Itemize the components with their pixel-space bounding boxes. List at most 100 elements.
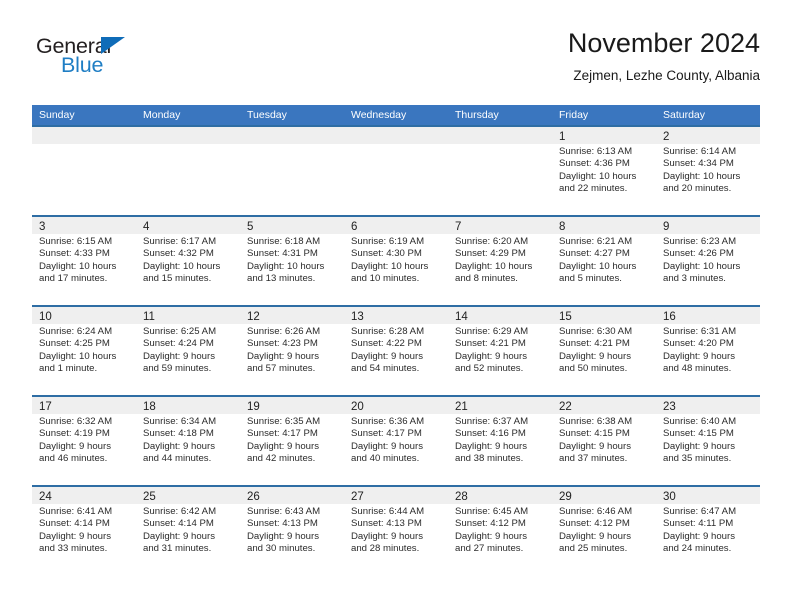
sunset-text: Sunset: 4:29 PM (455, 248, 526, 260)
daylight-line-1: Daylight: 10 hours (247, 260, 325, 272)
day-cell[interactable]: 27 Sunrise: 6:44 AM Sunset: 4:13 PM Dayl… (344, 487, 448, 575)
day-number: 24 (39, 491, 52, 503)
day-cell[interactable]: 24 Sunrise: 6:41 AM Sunset: 4:14 PM Dayl… (32, 487, 136, 575)
day-cell[interactable]: 16 Sunrise: 6:31 AM Sunset: 4:20 PM Dayl… (656, 307, 760, 395)
daylight-line-2: and 38 minutes. (455, 453, 524, 465)
day-details: Sunrise: 6:44 AM Sunset: 4:13 PM Dayligh… (344, 504, 448, 556)
daylight-line-2: and 57 minutes. (247, 363, 316, 375)
day-cell[interactable] (448, 127, 552, 215)
day-details: Sunrise: 6:31 AM Sunset: 4:20 PM Dayligh… (656, 324, 760, 376)
day-details: Sunrise: 6:32 AM Sunset: 4:19 PM Dayligh… (32, 414, 136, 466)
day-cell[interactable]: 12 Sunrise: 6:26 AM Sunset: 4:23 PM Dayl… (240, 307, 344, 395)
day-details: Sunrise: 6:35 AM Sunset: 4:17 PM Dayligh… (240, 414, 344, 466)
day-cell[interactable]: 29 Sunrise: 6:46 AM Sunset: 4:12 PM Dayl… (552, 487, 656, 575)
day-cell[interactable]: 20 Sunrise: 6:36 AM Sunset: 4:17 PM Dayl… (344, 397, 448, 485)
day-cell[interactable]: 26 Sunrise: 6:43 AM Sunset: 4:13 PM Dayl… (240, 487, 344, 575)
day-cell[interactable] (240, 127, 344, 215)
daylight-line-2: and 15 minutes. (143, 273, 212, 285)
sunrise-text: Sunrise: 6:31 AM (663, 326, 737, 337)
day-cell[interactable]: 23 Sunrise: 6:40 AM Sunset: 4:15 PM Dayl… (656, 397, 760, 485)
day-cell[interactable] (344, 127, 448, 215)
day-cell[interactable]: 5 Sunrise: 6:18 AM Sunset: 4:31 PM Dayli… (240, 217, 344, 305)
sunset-text: Sunset: 4:19 PM (39, 428, 110, 440)
day-cell[interactable]: 2 Sunrise: 6:14 AM Sunset: 4:34 PM Dayli… (656, 127, 760, 215)
sunrise-text: Sunrise: 6:18 AM (247, 236, 321, 247)
day-number: 14 (455, 311, 468, 323)
week-row: 24 Sunrise: 6:41 AM Sunset: 4:14 PM Dayl… (32, 485, 760, 575)
day-details: Sunrise: 6:23 AM Sunset: 4:26 PM Dayligh… (656, 234, 760, 286)
day-number: 29 (559, 491, 572, 503)
sunset-text: Sunset: 4:15 PM (559, 428, 630, 440)
day-details: Sunrise: 6:17 AM Sunset: 4:32 PM Dayligh… (136, 234, 240, 286)
day-number-band: 11 (136, 307, 240, 324)
day-number: 13 (351, 311, 364, 323)
day-details: Sunrise: 6:37 AM Sunset: 4:16 PM Dayligh… (448, 414, 552, 466)
day-cell[interactable]: 17 Sunrise: 6:32 AM Sunset: 4:19 PM Dayl… (32, 397, 136, 485)
sunset-text: Sunset: 4:20 PM (663, 338, 734, 350)
daylight-line-2: and 54 minutes. (351, 363, 420, 375)
daylight-line-2: and 10 minutes. (351, 273, 420, 285)
day-cell[interactable]: 7 Sunrise: 6:20 AM Sunset: 4:29 PM Dayli… (448, 217, 552, 305)
week-row: 3 Sunrise: 6:15 AM Sunset: 4:33 PM Dayli… (32, 215, 760, 305)
day-cell[interactable] (136, 127, 240, 215)
page-subtitle: Zejmen, Lezhe County, Albania (573, 68, 760, 83)
day-number (136, 131, 143, 143)
day-cell[interactable]: 21 Sunrise: 6:37 AM Sunset: 4:16 PM Dayl… (448, 397, 552, 485)
sunrise-text: Sunrise: 6:30 AM (559, 326, 633, 337)
daylight-line-1: Daylight: 9 hours (39, 530, 111, 542)
day-cell[interactable]: 9 Sunrise: 6:23 AM Sunset: 4:26 PM Dayli… (656, 217, 760, 305)
day-number-band: 1 (552, 127, 656, 144)
day-number: 7 (455, 221, 462, 233)
day-number-band: 24 (32, 487, 136, 504)
sunset-text: Sunset: 4:14 PM (39, 518, 110, 530)
daylight-line-2: and 42 minutes. (247, 453, 316, 465)
day-details: Sunrise: 6:47 AM Sunset: 4:11 PM Dayligh… (656, 504, 760, 556)
day-details: Sunrise: 6:14 AM Sunset: 4:34 PM Dayligh… (656, 144, 760, 196)
daylight-line-1: Daylight: 9 hours (559, 350, 631, 362)
day-cell[interactable]: 28 Sunrise: 6:45 AM Sunset: 4:12 PM Dayl… (448, 487, 552, 575)
daylight-line-2: and 1 minute. (39, 363, 98, 375)
daylight-line-2: and 44 minutes. (143, 453, 212, 465)
daylight-line-1: Daylight: 10 hours (559, 260, 637, 272)
day-cell[interactable]: 4 Sunrise: 6:17 AM Sunset: 4:32 PM Dayli… (136, 217, 240, 305)
sunrise-text: Sunrise: 6:29 AM (455, 326, 529, 337)
day-cell[interactable]: 3 Sunrise: 6:15 AM Sunset: 4:33 PM Dayli… (32, 217, 136, 305)
day-cell[interactable]: 14 Sunrise: 6:29 AM Sunset: 4:21 PM Dayl… (448, 307, 552, 395)
sunrise-text: Sunrise: 6:38 AM (559, 416, 633, 427)
day-number: 23 (663, 401, 676, 413)
daylight-line-2: and 48 minutes. (663, 363, 732, 375)
day-cell[interactable]: 19 Sunrise: 6:35 AM Sunset: 4:17 PM Dayl… (240, 397, 344, 485)
day-cell[interactable]: 22 Sunrise: 6:38 AM Sunset: 4:15 PM Dayl… (552, 397, 656, 485)
daylight-line-1: Daylight: 9 hours (663, 530, 735, 542)
daylight-line-1: Daylight: 9 hours (39, 440, 111, 452)
day-details: Sunrise: 6:29 AM Sunset: 4:21 PM Dayligh… (448, 324, 552, 376)
sunset-text: Sunset: 4:11 PM (663, 518, 734, 530)
sunset-text: Sunset: 4:36 PM (559, 158, 630, 170)
day-cell[interactable]: 15 Sunrise: 6:30 AM Sunset: 4:21 PM Dayl… (552, 307, 656, 395)
calendar-grid: Sunday Monday Tuesday Wednesday Thursday… (32, 105, 760, 575)
sunset-text: Sunset: 4:31 PM (247, 248, 318, 260)
daylight-line-1: Daylight: 10 hours (39, 260, 117, 272)
day-cell[interactable]: 1 Sunrise: 6:13 AM Sunset: 4:36 PM Dayli… (552, 127, 656, 215)
daylight-line-1: Daylight: 9 hours (247, 350, 319, 362)
day-cell[interactable] (32, 127, 136, 215)
sunset-text: Sunset: 4:21 PM (455, 338, 526, 350)
day-cell[interactable]: 18 Sunrise: 6:34 AM Sunset: 4:18 PM Dayl… (136, 397, 240, 485)
day-cell[interactable]: 30 Sunrise: 6:47 AM Sunset: 4:11 PM Dayl… (656, 487, 760, 575)
sunrise-text: Sunrise: 6:47 AM (663, 506, 737, 517)
day-number-band (240, 127, 344, 144)
day-details: Sunrise: 6:26 AM Sunset: 4:23 PM Dayligh… (240, 324, 344, 376)
daylight-line-2: and 27 minutes. (455, 543, 524, 555)
daylight-line-2: and 46 minutes. (39, 453, 108, 465)
daylight-line-2: and 22 minutes. (559, 183, 628, 195)
day-cell[interactable]: 13 Sunrise: 6:28 AM Sunset: 4:22 PM Dayl… (344, 307, 448, 395)
day-cell[interactable]: 8 Sunrise: 6:21 AM Sunset: 4:27 PM Dayli… (552, 217, 656, 305)
day-cell[interactable]: 11 Sunrise: 6:25 AM Sunset: 4:24 PM Dayl… (136, 307, 240, 395)
day-cell[interactable]: 25 Sunrise: 6:42 AM Sunset: 4:14 PM Dayl… (136, 487, 240, 575)
daylight-line-1: Daylight: 10 hours (351, 260, 429, 272)
day-cell[interactable]: 6 Sunrise: 6:19 AM Sunset: 4:30 PM Dayli… (344, 217, 448, 305)
day-cell[interactable]: 10 Sunrise: 6:24 AM Sunset: 4:25 PM Dayl… (32, 307, 136, 395)
day-number: 26 (247, 491, 260, 503)
day-details: Sunrise: 6:34 AM Sunset: 4:18 PM Dayligh… (136, 414, 240, 466)
sunset-text: Sunset: 4:16 PM (455, 428, 526, 440)
